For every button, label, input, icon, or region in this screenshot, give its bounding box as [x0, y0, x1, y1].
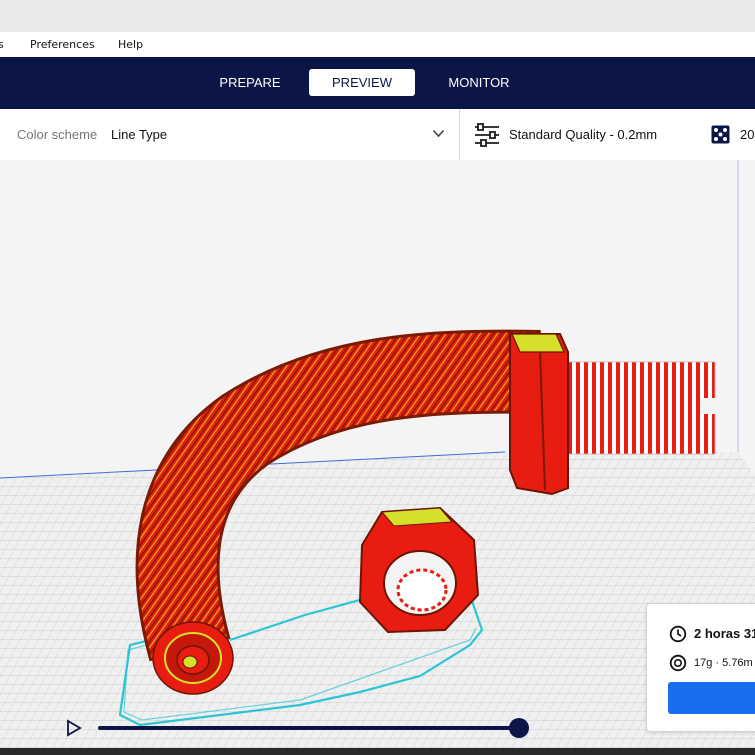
taskbar-strip: [0, 748, 755, 755]
support-value: 20: [740, 127, 755, 142]
preview-viewport[interactable]: [0, 160, 755, 755]
spool-icon: [669, 654, 687, 672]
preview-scene: [0, 160, 755, 755]
clock-icon: [669, 625, 687, 643]
tab-preview[interactable]: PREVIEW: [309, 69, 415, 96]
tab-prepare[interactable]: PREPARE: [206, 69, 294, 96]
color-scheme-label: Color scheme: [17, 127, 98, 142]
simulation-slider: [60, 710, 540, 746]
model-thread: [559, 361, 720, 455]
menu-item-preferences[interactable]: Preferences: [30, 38, 95, 51]
menu-item-settings[interactable]: s: [0, 38, 4, 51]
menu-bar: s Preferences Help: [0, 32, 755, 57]
play-icon[interactable]: [66, 719, 82, 737]
print-settings-label: Standard Quality - 0.2mm: [509, 127, 658, 142]
stage-bar: PREPARE PREVIEW MONITOR: [0, 57, 755, 109]
support-button[interactable]: 20: [700, 109, 755, 160]
tab-monitor[interactable]: MONITOR: [436, 69, 522, 96]
model-flange: [509, 333, 569, 496]
build-plate: [0, 160, 755, 755]
model-nut: [358, 506, 480, 634]
slider-track[interactable]: [98, 726, 518, 730]
slider-handle[interactable]: [509, 718, 529, 738]
job-specs-panel: 2 horas 31 17g · 5.76m: [646, 603, 755, 732]
chevron-down-icon[interactable]: [432, 129, 445, 138]
print-settings-button[interactable]: Standard Quality - 0.2mm: [460, 109, 700, 160]
menu-item-help[interactable]: Help: [118, 38, 143, 51]
sliders-icon: [475, 123, 499, 147]
support-icon: [711, 125, 730, 144]
window-title-bar: [0, 0, 755, 33]
view-toolbar: Color scheme Line Type Standard Quality …: [0, 109, 755, 161]
material-estimate: 17g · 5.76m: [694, 657, 753, 669]
color-scheme-value: Line Type: [111, 127, 168, 142]
save-to-disk-button[interactable]: [668, 682, 755, 714]
print-time: 2 horas 31: [694, 626, 755, 641]
color-scheme-select[interactable]: Color scheme Line Type: [0, 109, 460, 160]
